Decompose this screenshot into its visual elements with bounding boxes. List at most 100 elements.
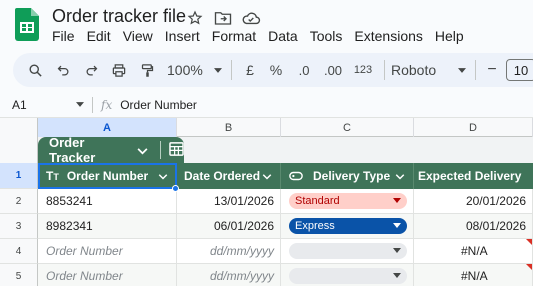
font-select[interactable]: Roboto xyxy=(391,57,455,83)
font-size-input[interactable]: 10 xyxy=(506,59,533,81)
decrease-decimal-button[interactable]: .0 xyxy=(290,57,318,83)
header-label: Date Ordered xyxy=(184,169,261,183)
menu-file[interactable]: File xyxy=(52,28,81,44)
cloud-status-icon[interactable] xyxy=(241,8,261,28)
menu-data[interactable]: Data xyxy=(268,28,304,44)
currency-format-button[interactable]: £ xyxy=(238,57,262,83)
cell-expected-delivery[interactable]: #N/A xyxy=(414,264,533,286)
row-header-5[interactable]: 5 xyxy=(0,264,38,286)
formula-input[interactable]: Order Number xyxy=(120,98,197,112)
header-label: Delivery Type xyxy=(313,169,391,183)
chevron-down-icon[interactable] xyxy=(158,169,168,183)
header-order-number[interactable]: TT Order Number xyxy=(38,163,177,189)
row-header-4[interactable]: 4 xyxy=(0,239,38,264)
search-menus-icon[interactable] xyxy=(21,57,49,83)
chevron-down-icon[interactable] xyxy=(137,143,148,158)
paint-format-icon[interactable] xyxy=(133,57,161,83)
cell-value: #N/A xyxy=(461,269,488,283)
chevron-down-icon[interactable] xyxy=(395,169,405,183)
cell-date-ordered[interactable]: dd/mm/yyyy xyxy=(177,264,281,286)
cell-expected-delivery[interactable]: 20/01/2026 xyxy=(414,189,533,214)
table-header-row: TT Order Number Date Ordered Delivery Ty… xyxy=(38,163,533,189)
toolbar-divider xyxy=(231,60,232,80)
cell-delivery-type[interactable]: Express xyxy=(281,214,414,239)
more-formats-button[interactable]: 123 xyxy=(348,57,378,83)
delivery-chip[interactable]: Standard xyxy=(289,193,407,209)
table-grid-icon[interactable] xyxy=(169,141,184,159)
cell-delivery-type[interactable]: Standard xyxy=(281,189,414,214)
delivery-chip[interactable] xyxy=(289,243,407,259)
undo-icon[interactable] xyxy=(49,57,77,83)
header-delivery-type[interactable]: Delivery Type xyxy=(281,163,414,189)
row-header-3[interactable]: 3 xyxy=(0,214,38,239)
menu-view[interactable]: View xyxy=(123,28,159,44)
increase-decimal-button[interactable]: .00 xyxy=(318,57,348,83)
row-header-spacer xyxy=(0,137,38,163)
column-header-c[interactable]: C xyxy=(281,118,414,137)
cell-expected-delivery[interactable]: #N/A xyxy=(414,239,533,264)
name-box[interactable]: A1 xyxy=(0,98,84,112)
cell-order-number[interactable]: 8982341 xyxy=(38,214,177,239)
menu-edit[interactable]: Edit xyxy=(87,28,117,44)
formula-divider xyxy=(92,96,93,113)
column-header-d[interactable]: D xyxy=(414,118,533,137)
cell-expected-delivery[interactable]: 08/01/2026 xyxy=(414,214,533,239)
column-header-b[interactable]: B xyxy=(177,118,281,137)
decrease-decimal-label: .0 xyxy=(298,62,310,78)
cell-date-ordered[interactable]: dd/mm/yyyy xyxy=(177,239,281,264)
print-icon[interactable] xyxy=(105,57,133,83)
table-name: Order Tracker xyxy=(49,135,96,165)
move-folder-icon[interactable] xyxy=(213,8,233,28)
header-date-ordered[interactable]: Date Ordered xyxy=(177,163,281,189)
cell-delivery-type[interactable] xyxy=(281,239,414,264)
sheets-logo-icon[interactable] xyxy=(15,8,39,41)
cell-order-number[interactable]: 8853241 xyxy=(38,189,177,214)
toolbar: 100% £ % .0 .00 123 Roboto − 10 xyxy=(13,53,533,87)
menu-tools[interactable]: Tools xyxy=(310,28,349,44)
menu-help[interactable]: Help xyxy=(435,28,470,44)
cell-date-ordered[interactable]: 13/01/2026 xyxy=(177,189,281,214)
dropdown-chip-icon xyxy=(289,171,303,181)
chip-label: Standard xyxy=(295,195,340,207)
zoom-select[interactable]: 100% xyxy=(161,57,211,83)
cell-delivery-type[interactable] xyxy=(281,264,414,286)
chip-dropdown-icon xyxy=(393,198,401,203)
select-all-corner[interactable] xyxy=(0,118,38,137)
menu-format[interactable]: Format xyxy=(212,28,262,44)
error-flag-icon xyxy=(526,264,532,270)
decrease-font-size-button[interactable]: − xyxy=(482,57,502,83)
chip-dropdown-icon xyxy=(393,248,401,253)
toolbar-divider xyxy=(475,60,476,80)
cell-date-ordered[interactable]: 06/01/2026 xyxy=(177,214,281,239)
chip-dropdown-icon xyxy=(393,223,401,228)
formula-bar: A1 fx Order Number xyxy=(0,92,533,118)
row-header-1[interactable]: 1 xyxy=(0,163,38,189)
star-icon[interactable] xyxy=(185,8,205,28)
zoom-value: 100% xyxy=(167,62,203,78)
fx-icon: fx xyxy=(101,97,113,112)
table-name-chip[interactable]: Order Tracker xyxy=(38,135,184,165)
menu-insert[interactable]: Insert xyxy=(165,28,206,44)
cell-value: #N/A xyxy=(461,244,488,258)
cell-order-number[interactable]: Order Number xyxy=(38,239,177,264)
fill-handle[interactable] xyxy=(172,185,179,192)
redo-icon[interactable] xyxy=(77,57,105,83)
menu-extensions[interactable]: Extensions xyxy=(354,28,428,44)
document-title[interactable]: Order tracker file xyxy=(52,6,186,27)
percent-format-button[interactable]: % xyxy=(262,57,290,83)
chip-dropdown-icon xyxy=(393,273,401,278)
text-type-icon: TT xyxy=(46,169,59,183)
table-tab-divider xyxy=(160,141,161,159)
error-flag-icon xyxy=(526,239,532,245)
chip-label: Express xyxy=(295,220,335,232)
title-icons xyxy=(185,8,261,28)
font-dropdown-icon[interactable] xyxy=(455,57,469,83)
name-box-dropdown-icon[interactable] xyxy=(76,102,84,107)
chevron-down-icon[interactable] xyxy=(262,169,272,183)
delivery-chip[interactable] xyxy=(289,268,407,284)
header-expected-delivery[interactable]: Expected Delivery xyxy=(414,163,533,189)
cell-order-number[interactable]: Order Number xyxy=(38,264,177,286)
zoom-dropdown-icon[interactable] xyxy=(211,57,225,83)
row-header-2[interactable]: 2 xyxy=(0,189,38,214)
delivery-chip[interactable]: Express xyxy=(289,218,407,234)
